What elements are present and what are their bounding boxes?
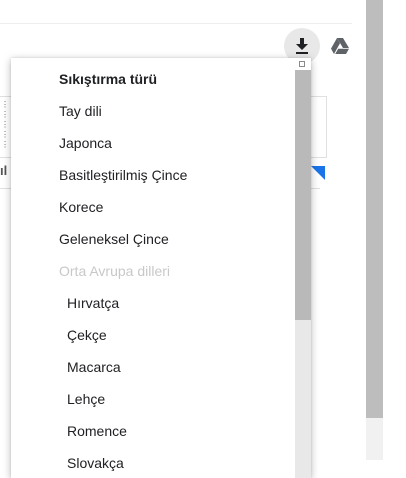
menu-item-hirvatca[interactable]: Hırvatça <box>11 287 311 319</box>
menu-item-tay-dili[interactable]: Tay dili <box>11 95 311 127</box>
menu-item-basitlestirilmis-cince[interactable]: Basitleştirilmiş Çince <box>11 159 311 191</box>
download-icon <box>296 38 308 54</box>
header-divider <box>0 23 352 24</box>
menu-item-cekce[interactable]: Çekçe <box>11 319 311 351</box>
page-scrollbar[interactable] <box>366 0 383 418</box>
page-scrollbar-track <box>366 418 383 460</box>
menu-item-romence[interactable]: Romence <box>11 415 311 447</box>
file-row-label: ıl <box>0 163 8 178</box>
google-drive-icon <box>331 38 349 54</box>
menu-item-lehce[interactable]: Lehçe <box>11 383 311 415</box>
menu-item-macarca[interactable]: Macarca <box>11 351 311 383</box>
menu-group-header-orta-avrupa-dilleri: Orta Avrupa dilleri <box>59 263 171 279</box>
menu-item-japonca[interactable]: Japonca <box>11 127 311 159</box>
menu-item-slovakca[interactable]: Slovakça <box>11 447 311 478</box>
menu-item-korece[interactable]: Korece <box>11 191 311 223</box>
preview-thumbnail: ⋮ ⋮ ⋮ ⋮ ⋮ <box>1 100 9 149</box>
encoding-dropdown-menu[interactable]: Sıkıştırma türü Tay dili Japonca Basitleşti… <box>11 58 311 478</box>
menu-item-geleneksel-cince[interactable]: Geleneksel Çince <box>11 223 311 255</box>
selection-corner-marker <box>311 166 325 180</box>
menu-item-sikistirma-turu[interactable]: Sıkıştırma türü <box>11 63 311 95</box>
google-drive-button[interactable] <box>330 36 350 56</box>
